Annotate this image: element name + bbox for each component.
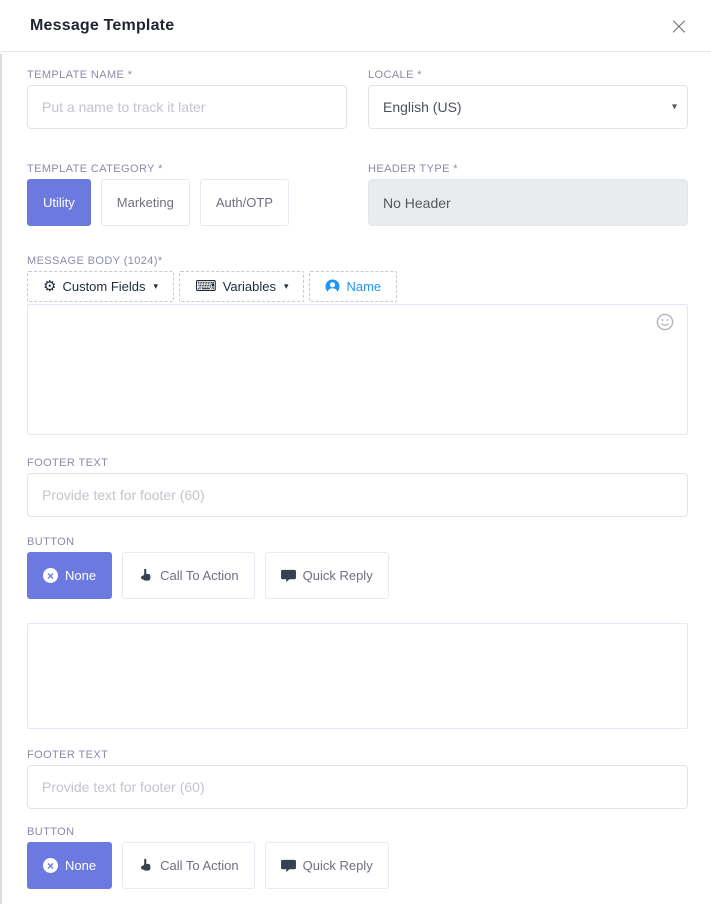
button-quick-reply-button-2[interactable]: Quick Reply: [265, 842, 389, 889]
button-type-label: BUTTON: [27, 536, 688, 548]
button-none-button[interactable]: × None: [27, 552, 112, 599]
footer-text-input[interactable]: [27, 473, 688, 517]
category-utility-label: Utility: [43, 195, 75, 210]
name-variable-button[interactable]: Name: [309, 271, 397, 302]
locale-label: LOCALE *: [368, 69, 688, 81]
hand-pointer-icon: [138, 568, 153, 583]
name-variable-label: Name: [346, 279, 381, 294]
modal-header: Message Template ×: [0, 0, 711, 52]
custom-fields-dropdown-button[interactable]: ⚙ Custom Fields ▾: [27, 271, 174, 302]
button-type-group-2: × None Call To Action Quick Reply: [27, 842, 688, 889]
category-marketing-label: Marketing: [117, 195, 174, 210]
message-body-toolbar: ⚙ Custom Fields ▾ ⌨ Variables ▾ Name: [27, 271, 688, 302]
modal-title: Message Template: [30, 17, 174, 35]
button-none-button-2[interactable]: × None: [27, 842, 112, 889]
close-icon[interactable]: ×: [669, 14, 689, 38]
category-authotp-label: Auth/OTP: [216, 195, 273, 210]
user-circle-icon: [325, 279, 340, 294]
button-call-to-action-button-2[interactable]: Call To Action: [122, 842, 255, 889]
message-body-textarea-2[interactable]: [27, 623, 688, 729]
button-quick-reply-label: Quick Reply: [303, 568, 373, 583]
category-marketing-button[interactable]: Marketing: [101, 179, 190, 226]
custom-fields-label: Custom Fields: [62, 279, 145, 294]
message-body-label: MESSAGE BODY (1024)*: [27, 255, 688, 267]
template-category-group: Utility Marketing Auth/OTP: [27, 179, 347, 226]
button-quick-reply-label-2: Quick Reply: [303, 858, 373, 873]
speech-bubble-icon: [281, 569, 296, 583]
template-category-label: TEMPLATE CATEGORY *: [27, 163, 347, 175]
speech-bubble-icon: [281, 859, 296, 873]
chevron-down-icon: ▾: [154, 281, 159, 292]
button-call-to-action-label: Call To Action: [160, 568, 239, 583]
footer-text-label: FOOTER TEXT: [27, 457, 688, 469]
button-type-label-2: BUTTON: [27, 826, 688, 838]
chevron-down-icon: ▾: [672, 102, 677, 113]
gear-icon: ⚙: [43, 279, 56, 294]
category-utility-button[interactable]: Utility: [27, 179, 91, 226]
header-type-select: No Header: [368, 179, 688, 226]
header-type-label: HEADER TYPE *: [368, 163, 688, 175]
backdrop-edge: [0, 54, 2, 904]
emoji-picker-icon[interactable]: [656, 313, 674, 331]
footer-text-input-2[interactable]: [27, 765, 688, 809]
times-circle-icon: ×: [43, 568, 58, 583]
keyboard-icon: ⌨: [195, 279, 217, 294]
button-none-label-2: None: [65, 858, 96, 873]
locale-select[interactable]: English (US) ▾: [368, 85, 688, 129]
header-type-value: No Header: [383, 195, 451, 211]
button-call-to-action-button[interactable]: Call To Action: [122, 552, 255, 599]
button-type-group: × None Call To Action Quick Reply: [27, 552, 688, 599]
chevron-down-icon: ▾: [284, 281, 289, 292]
footer-text-label-2: FOOTER TEXT: [27, 749, 688, 761]
variables-label: Variables: [223, 279, 276, 294]
variables-dropdown-button[interactable]: ⌨ Variables ▾: [179, 271, 304, 302]
hand-pointer-icon: [138, 858, 153, 873]
message-body-textarea[interactable]: [27, 304, 688, 435]
times-circle-icon: ×: [43, 858, 58, 873]
category-authotp-button[interactable]: Auth/OTP: [200, 179, 289, 226]
button-none-label: None: [65, 568, 96, 583]
locale-selected-value: English (US): [383, 99, 462, 115]
button-call-to-action-label-2: Call To Action: [160, 858, 239, 873]
template-name-input[interactable]: [27, 85, 347, 129]
button-quick-reply-button[interactable]: Quick Reply: [265, 552, 389, 599]
template-name-label: TEMPLATE NAME *: [27, 69, 347, 81]
